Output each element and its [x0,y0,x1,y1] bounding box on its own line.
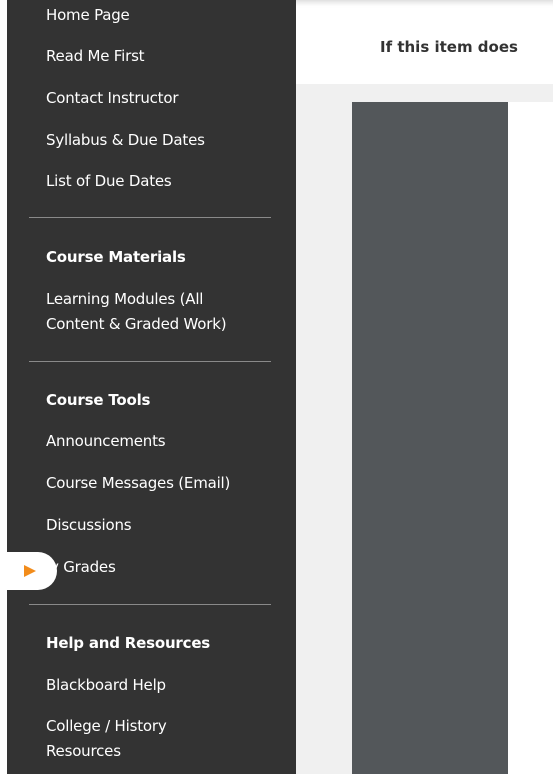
course-menu-sidebar: Home Page Read Me First Contact Instruct… [7,0,296,774]
section-heading-help-resources: Help and Resources [46,634,211,652]
document-viewer-page[interactable] [508,102,553,774]
section-heading-course-tools: Course Tools [46,391,151,409]
sidebar-divider [29,361,271,362]
sidebar-item-learning-modules-line2[interactable]: Content & Graded Work) [46,312,227,336]
sidebar-item-course-messages[interactable]: Course Messages (Email) [46,471,230,495]
sidebar-divider [29,604,271,605]
sidebar-toggle-button[interactable] [0,552,57,590]
sidebar-item-syllabus[interactable]: Syllabus & Due Dates [46,128,205,152]
play-arrow-icon [24,565,36,577]
section-heading-course-materials: Course Materials [46,248,186,266]
sidebar-item-learning-modules-line1[interactable]: Learning Modules (All [46,287,203,311]
document-viewer-toolbar [352,102,508,774]
sidebar-item-college-history-line2[interactable]: Resources [46,739,121,763]
sidebar-item-list-of-due-dates[interactable]: List of Due Dates [46,169,172,193]
sidebar-item-announcements[interactable]: Announcements [46,429,166,453]
sidebar-item-home-page[interactable]: Home Page [46,3,130,27]
sidebar-item-read-me-first[interactable]: Read Me First [46,44,145,68]
sidebar-item-contact-instructor[interactable]: Contact Instructor [46,86,179,110]
item-notice-text: If this item does [380,38,518,56]
left-gutter [0,0,7,774]
sidebar-divider [29,217,271,218]
sidebar-item-blackboard-help[interactable]: Blackboard Help [46,673,166,697]
sidebar-item-college-history-line1[interactable]: College / History [46,714,167,738]
sidebar-item-discussions[interactable]: Discussions [46,513,132,537]
